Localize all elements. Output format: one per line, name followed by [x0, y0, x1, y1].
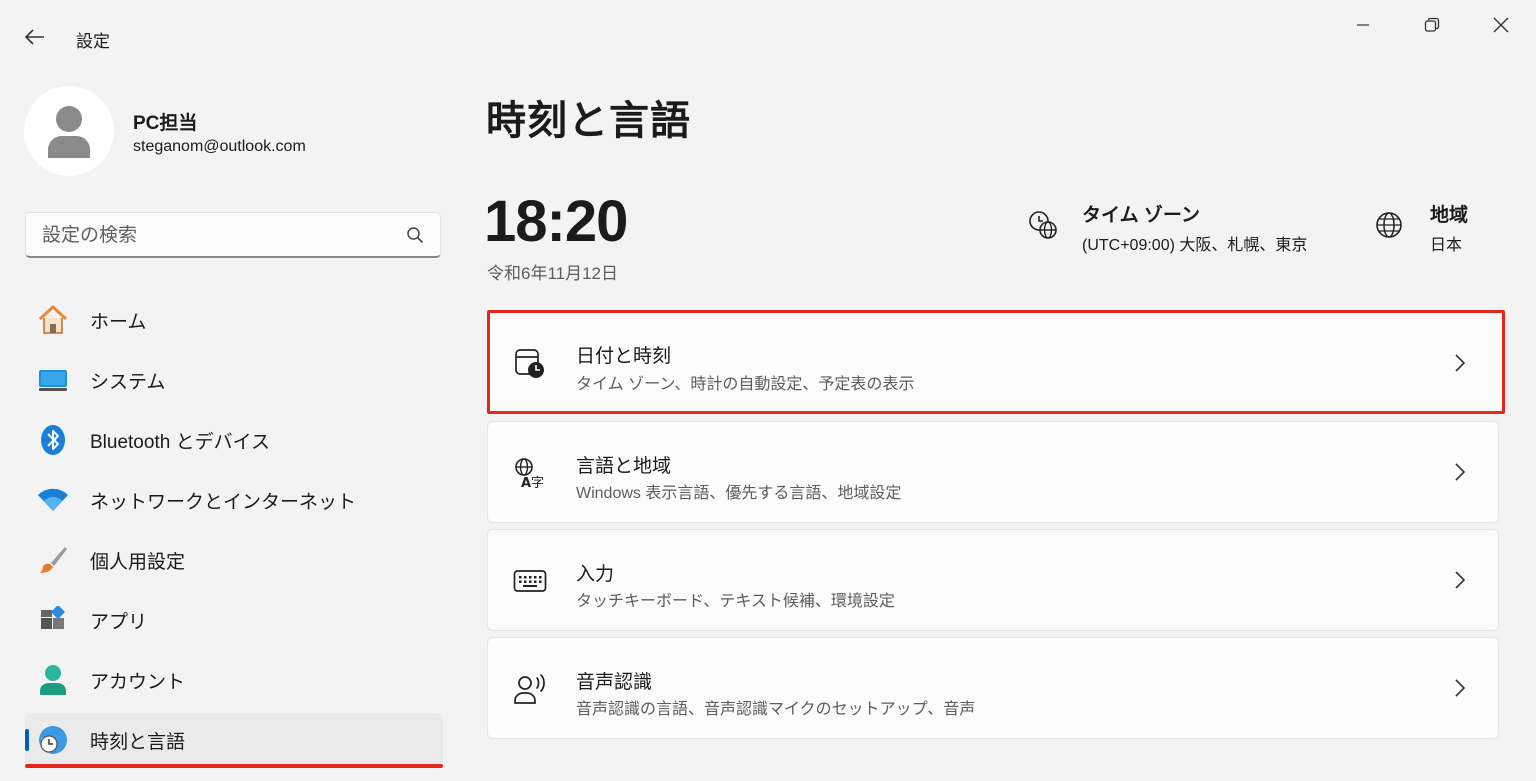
card-speech[interactable]: 音声認識 音声認識の言語、音声認識マイクのセットアップ、音声	[487, 637, 1499, 739]
restore-icon	[1424, 17, 1440, 32]
sidebar-item-bluetooth[interactable]: Bluetooth とデバイス	[25, 413, 443, 467]
highlight-underline	[25, 764, 443, 768]
card-subtitle: Windows 表示言語、優先する言語、地域設定	[576, 485, 902, 502]
brush-icon	[37, 544, 69, 576]
sidebar-item-label: アプリ	[90, 611, 148, 633]
card-typing[interactable]: 入力 タッチキーボード、テキスト候補、環境設定	[487, 529, 1499, 631]
region-value: 日本	[1430, 237, 1463, 254]
sidebar-item-label: 時刻と言語	[90, 731, 186, 753]
page-title: 時刻と言語	[486, 99, 691, 143]
chevron-right-icon	[1450, 568, 1470, 592]
card-title: 音声認識	[576, 672, 653, 693]
language-icon: A字	[512, 455, 548, 491]
calendar-clock-icon	[512, 345, 548, 381]
current-date: 令和6年11月12日	[487, 264, 619, 283]
sidebar-item-label: アカウント	[90, 671, 186, 693]
time-language-icon	[37, 724, 69, 756]
user-silhouette-icon	[48, 106, 90, 158]
sidebar-item-network[interactable]: ネットワークとインターネット	[25, 473, 443, 527]
close-button[interactable]	[1478, 8, 1524, 42]
restore-button[interactable]	[1409, 8, 1455, 42]
card-date-time[interactable]: 日付と時刻 タイム ゾーン、時計の自動設定、予定表の表示	[487, 310, 1505, 414]
search-icon	[407, 227, 424, 244]
card-subtitle: タッチキーボード、テキスト候補、環境設定	[576, 593, 895, 610]
chevron-right-icon	[1450, 351, 1470, 375]
timezone-value: (UTC+09:00) 大阪、札幌、東京	[1082, 237, 1308, 254]
sidebar-item-apps[interactable]: アプリ	[25, 593, 443, 647]
chevron-right-icon	[1450, 676, 1470, 700]
sidebar-item-system[interactable]: システム	[25, 353, 443, 407]
close-icon	[1493, 17, 1509, 33]
card-subtitle: 音声認識の言語、音声認識マイクのセットアップ、音声	[576, 701, 976, 718]
sidebar-item-personalization[interactable]: 個人用設定	[25, 533, 443, 587]
card-title: 入力	[576, 564, 615, 585]
card-language-region[interactable]: A字 言語と地域 Windows 表示言語、優先する言語、地域設定	[487, 421, 1499, 523]
sidebar-item-label: 個人用設定	[90, 551, 186, 573]
wifi-icon	[37, 484, 69, 516]
minimize-icon	[1357, 24, 1369, 26]
svg-text:字: 字	[531, 476, 544, 490]
keyboard-icon	[512, 563, 548, 599]
back-arrow-icon	[25, 29, 44, 45]
bluetooth-icon	[37, 424, 69, 456]
avatar[interactable]	[24, 86, 114, 176]
sidebar-item-accounts[interactable]: アカウント	[25, 653, 443, 707]
sidebar-item-label: Bluetooth とデバイス	[90, 431, 270, 453]
sidebar-item-label: ホーム	[90, 311, 147, 333]
card-title: 言語と地域	[576, 456, 672, 477]
home-icon	[37, 304, 69, 336]
apps-icon	[37, 604, 69, 636]
system-icon	[37, 364, 69, 396]
user-name: PC担当	[133, 113, 198, 134]
region-title: 地域	[1430, 205, 1469, 226]
sidebar-item-home[interactable]: ホーム	[25, 293, 443, 347]
app-title: 設定	[76, 32, 110, 51]
search-box[interactable]	[25, 212, 441, 258]
card-subtitle: タイム ゾーン、時計の自動設定、予定表の表示	[576, 376, 915, 393]
search-input[interactable]	[40, 221, 394, 251]
svg-text:A: A	[521, 476, 531, 490]
minimize-button[interactable]	[1340, 8, 1386, 42]
sidebar-item-label: システム	[90, 371, 166, 393]
globe-icon	[1372, 208, 1406, 242]
back-button[interactable]	[18, 22, 52, 52]
timezone-title: タイム ゾーン	[1082, 205, 1200, 226]
current-time: 18:20	[484, 189, 628, 254]
card-title: 日付と時刻	[576, 346, 672, 367]
sidebar-item-time-language[interactable]: 時刻と言語	[25, 713, 443, 767]
sidebar-item-label: ネットワークとインターネット	[90, 491, 357, 513]
timezone-icon	[1026, 208, 1060, 242]
user-email: steganom@outlook.com	[133, 138, 306, 155]
account-icon	[37, 664, 69, 696]
selection-indicator	[25, 729, 29, 751]
chevron-right-icon	[1450, 460, 1470, 484]
speech-icon	[512, 671, 548, 707]
